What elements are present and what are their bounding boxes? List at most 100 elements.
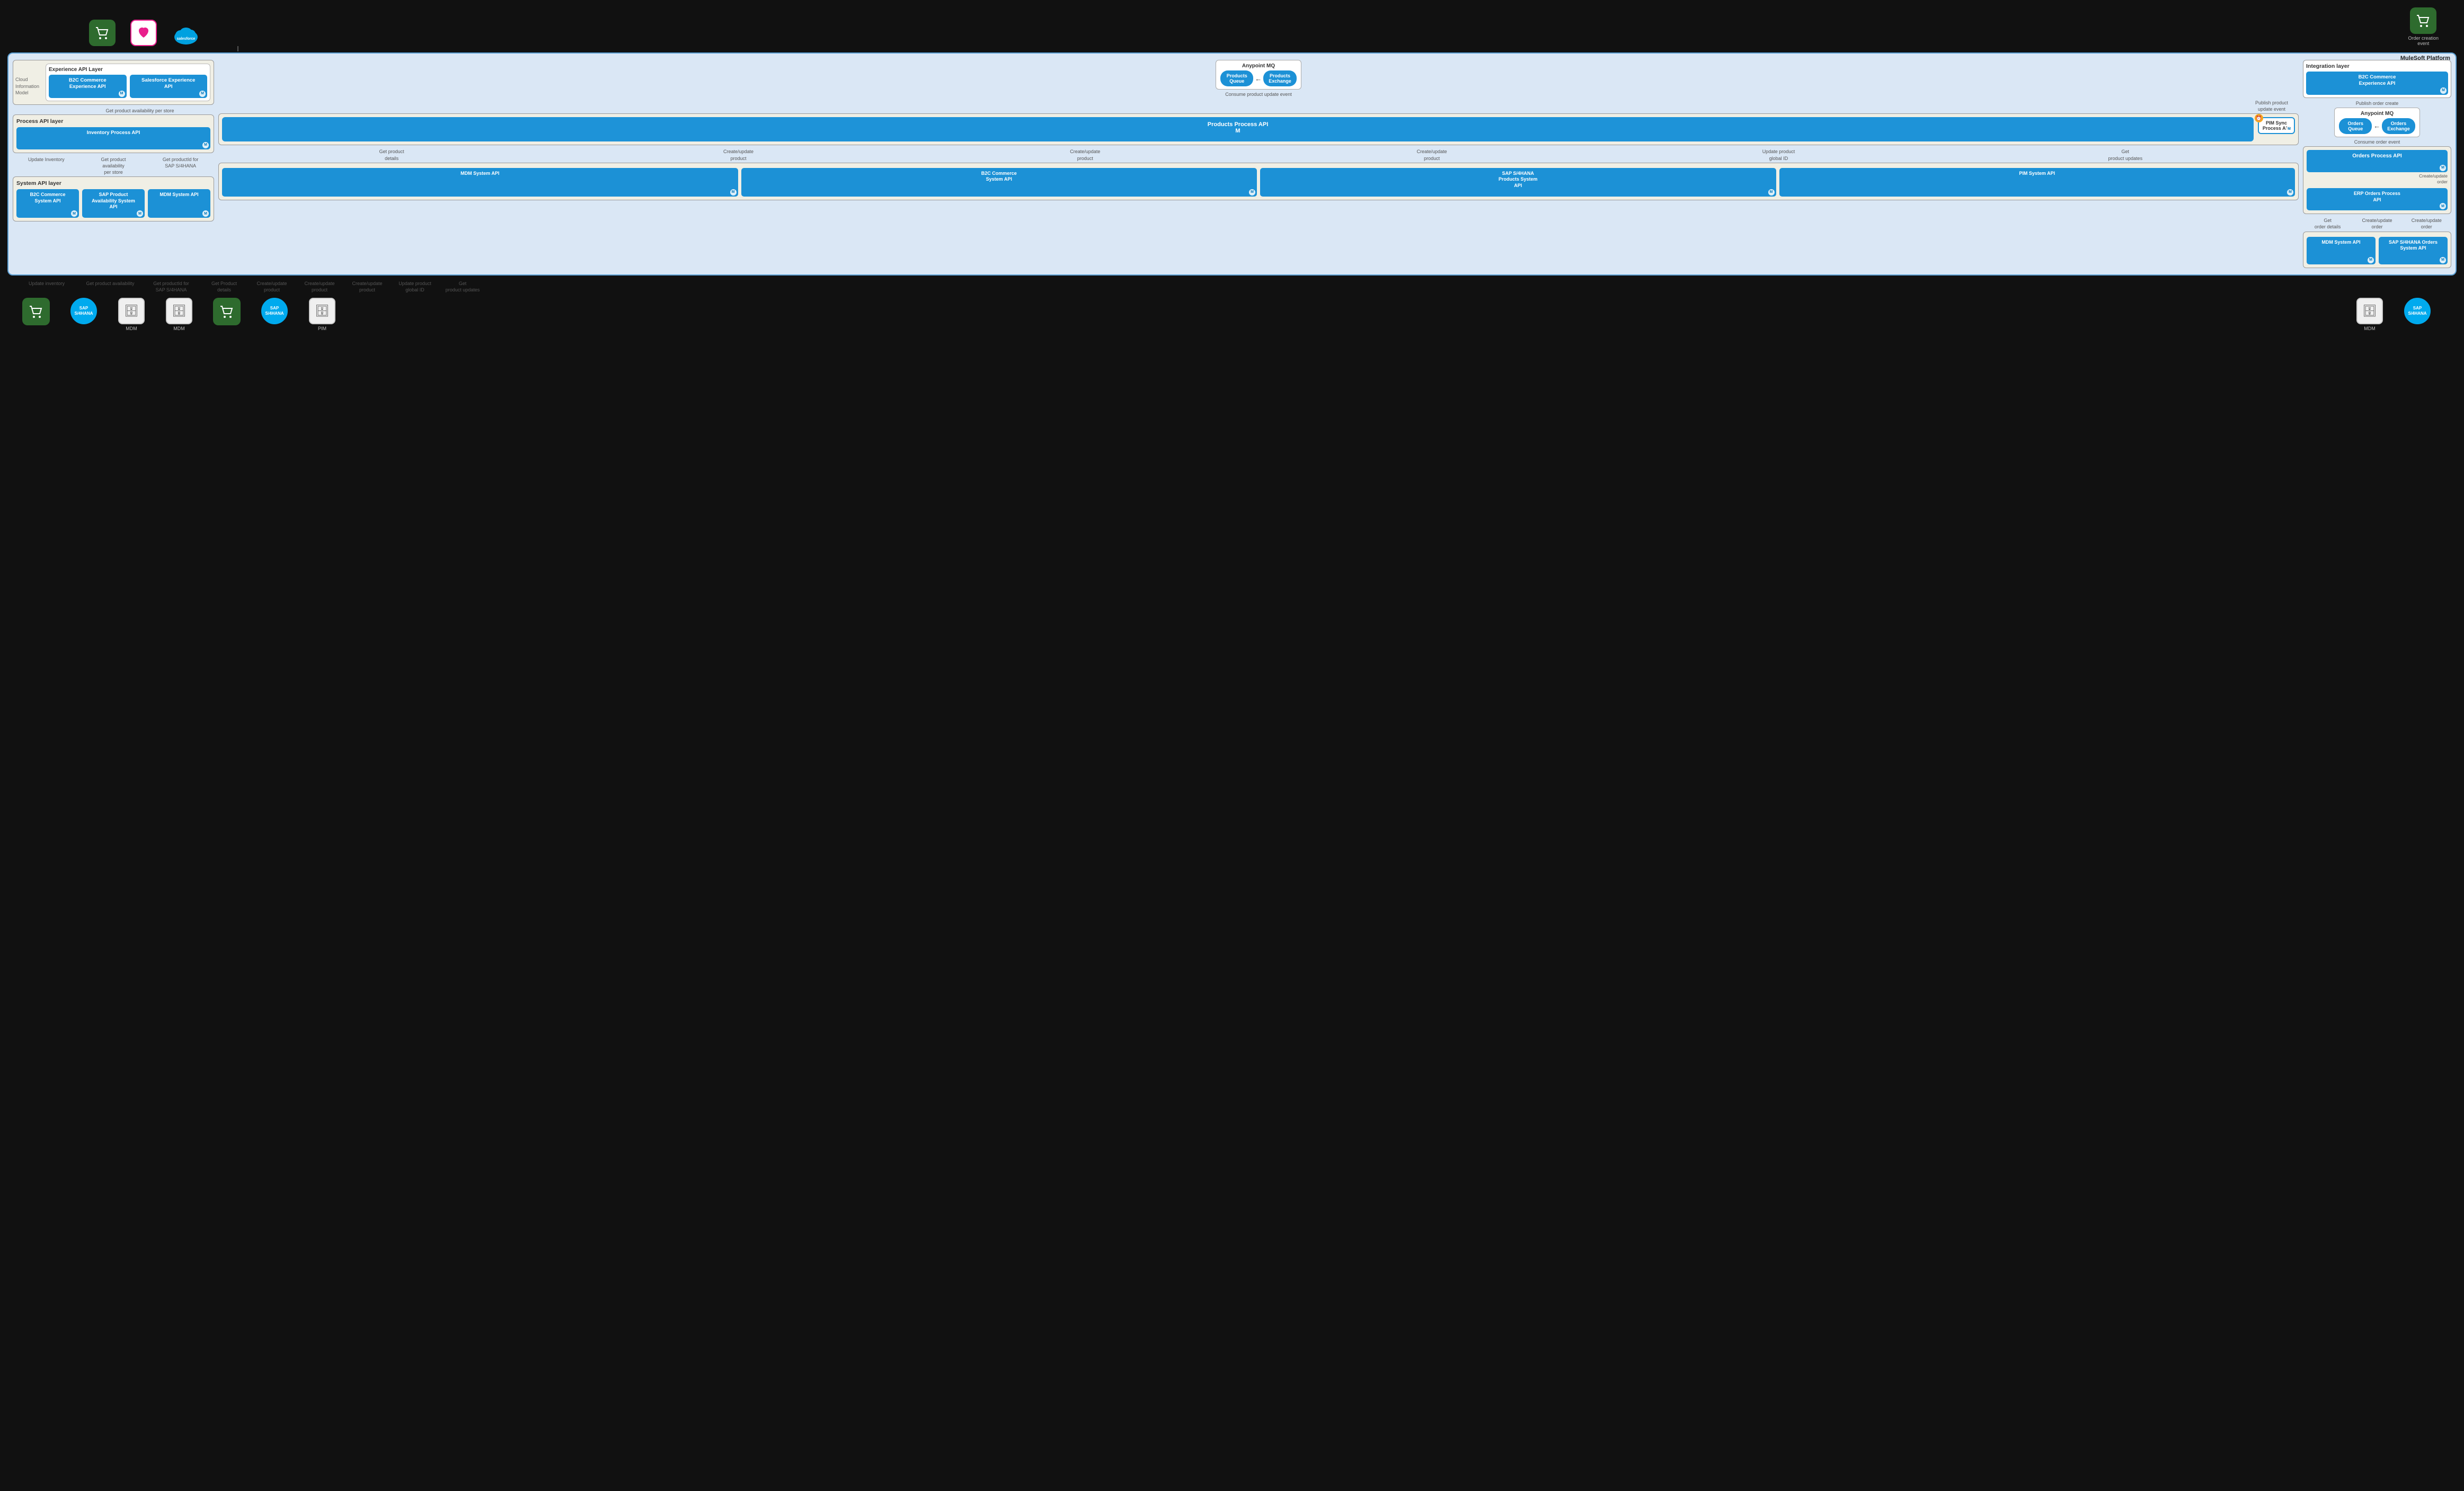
mulesoft-badge-orders: M	[2440, 165, 2446, 171]
bot-cart-1	[15, 298, 57, 325]
bot-ann-get-updates: Getproduct updates	[439, 280, 486, 293]
bot-cart-2	[206, 298, 248, 325]
top-icons-row: salesforce Order creation event	[4, 4, 2460, 46]
bot-sap-2: SAPS/4HANA	[253, 298, 296, 324]
svg-text:salesforce: salesforce	[177, 37, 196, 41]
sf-exp-api: Salesforce ExperienceAPI M	[130, 75, 208, 98]
bot-ann-update-global: Update productglobal ID	[391, 280, 439, 293]
orders-process-api: Orders Process API M	[2307, 150, 2448, 172]
ann-get-product-avail-per-store: Get product availability per store	[13, 108, 214, 113]
db-icon-1: 🗄	[118, 298, 145, 324]
ann-create-update-order-2: Create/updateorder	[2410, 217, 2442, 230]
db-icon-2: 🗄	[166, 298, 192, 324]
bot-cart-icon-1	[22, 298, 50, 325]
anypoint-mq-right-wrapper: Anypoint MQ OrdersQueue ← OrdersExchange	[2303, 108, 2451, 137]
mulesoft-badge-1: M	[119, 91, 125, 97]
mulesoft-badge-2: M	[199, 91, 206, 97]
system-api-layer-left: System API layer B2C CommerceSystem API …	[13, 176, 214, 221]
mulesoft-badge-sap-orders: M	[2440, 257, 2446, 263]
center-column: Anypoint MQ ProductsQueue ← ProductsExch…	[218, 60, 2299, 271]
pim-icon: 🗄	[309, 298, 335, 324]
pim-sync-api: ⏰ PIM SyncProcess API M	[2258, 117, 2295, 134]
mdm-sys-api-1: MDM System API M	[148, 189, 210, 218]
bot-ann-get-prodid: Get productId forSAP S/4HANA	[142, 280, 200, 293]
right-column: Integration layer B2C CommerceExperience…	[2303, 60, 2451, 271]
amq-arrow-center: ←	[1255, 75, 1262, 83]
mulesoft-badge-mdm2: M	[730, 189, 737, 196]
anypoint-mq-center: Anypoint MQ ProductsQueue ← ProductsExch…	[1216, 60, 1301, 90]
top-icon-cart	[89, 20, 116, 46]
ann-create-update-order-1: Create/updateorder	[2361, 217, 2393, 230]
page: salesforce Order creation event MuleSoft…	[0, 0, 2464, 339]
ann-consume-product: Consume product update event	[218, 91, 2299, 97]
experience-api-layer: CloudInformationModel Experience API Lay…	[13, 60, 214, 105]
system-api-layer-center: MDM System API M B2C CommerceSystem API …	[218, 163, 2299, 200]
bot-ann-get-avail: Get product availability	[78, 280, 142, 287]
process-api-layer-left: Process API layer Inventory Process API …	[13, 114, 214, 153]
order-creation-icon-group: Order creation event	[2408, 7, 2439, 46]
sys-api-title-left: System API layer	[16, 180, 210, 187]
bot-cart-icon-2	[213, 298, 241, 325]
sap-orders-sys-api: SAP S/4HANA OrdersSystem API M	[2379, 237, 2448, 264]
ann-get-prod-details: Get productdetails	[373, 148, 410, 161]
ann-get-prod-avail: Get product availabilityper store	[90, 156, 137, 175]
amq-center-title: Anypoint MQ	[1242, 63, 1275, 69]
ann-get-prodid: Get productId forSAP S/4HANA	[157, 156, 205, 175]
orders-queue: OrdersQueue	[2339, 118, 2372, 134]
ann-publish-order: Publish order create	[2303, 100, 2451, 106]
bot-mdm-2: 🗄 MDM	[158, 298, 200, 331]
mdm-sys-api-2: MDM System API M	[222, 168, 738, 197]
anypoint-mq-right: Anypoint MQ OrdersQueue ← OrdersExchange	[2334, 108, 2420, 137]
integration-layer-box: Integration layer B2C CommerceExperience…	[2303, 60, 2451, 98]
ann-consume-order: Consume order event	[2303, 139, 2451, 145]
sap-icon-1: SAPS/4HANA	[70, 298, 97, 324]
cart-icon	[89, 20, 116, 46]
ann-row-center-sys: Get productdetails Create/updateproduct …	[218, 148, 2299, 161]
bot-ann-get-details: Get Productdetails	[200, 280, 248, 293]
bot-pim: 🗄 PIM	[301, 298, 343, 331]
sap-avail-sys-api: SAP ProductAvailability SystemAPI M	[82, 189, 145, 218]
bot-ann-update-inv: Update inventory	[15, 280, 78, 287]
inventory-process-api: Inventory Process API M	[16, 127, 210, 149]
b2c-exp-api: B2C CommerceExperience API M	[49, 75, 127, 98]
order-creation-label: Order creation event	[2408, 36, 2439, 46]
heart-icon	[130, 20, 157, 46]
orders-process-api-box: Orders Process API M Create/updateorder …	[2303, 146, 2451, 214]
amq-arrow-right: ←	[2373, 122, 2380, 130]
bottom-annotations-row: Update inventory Get product availabilit…	[4, 279, 2460, 295]
b2c-int-api: B2C CommerceExperience API M	[2306, 72, 2448, 95]
platform-title: MuleSoft Platform	[2400, 55, 2450, 61]
process-api-title: Process API layer	[16, 118, 210, 125]
pim-sys-api: PIM System API M	[1779, 168, 2295, 197]
bot-mdm-label-1: MDM	[126, 326, 137, 331]
b2c-sys-api: B2C CommerceSystem API M	[16, 189, 79, 218]
mulesoft-badge-mdm1: M	[202, 210, 209, 217]
mulesoft-badge-prod: M	[226, 128, 2249, 134]
ann-get-order-details: Getorder details	[2312, 217, 2344, 230]
mulesoft-badge-pim-sync: M	[2286, 126, 2292, 132]
products-exchange: ProductsExchange	[1263, 70, 1297, 86]
bot-ann-create-1: Create/updateproduct	[248, 280, 296, 293]
erp-orders-process-api: ERP Orders ProcessAPI M	[2307, 188, 2448, 210]
bot-sap-1: SAPS/4HANA	[63, 298, 105, 324]
bottom-icons-row: SAPS/4HANA 🗄 MDM 🗄 MDM SAPS/4HANA	[4, 295, 2460, 334]
pim-clock-icon: ⏰	[2255, 114, 2263, 122]
bot-mdm-1: 🗄 MDM	[110, 298, 153, 331]
bot-mdm-label-2: MDM	[173, 326, 185, 331]
ann-row-process: Update Inventory Get product availabilit…	[13, 156, 214, 175]
system-api-layer-right: MDM System API M SAP S/4HANA OrdersSyste…	[2303, 232, 2451, 268]
sap-products-sys-api: SAP S/4HANAProducts SystemAPI M	[1260, 168, 1776, 197]
bot-pim-label: PIM	[318, 326, 326, 331]
ann-update-inv: Update Inventory	[22, 156, 70, 175]
mulesoft-badge-erp: M	[2440, 203, 2446, 209]
order-creation-cart-icon	[2410, 7, 2436, 34]
bot-mdm-label-3: MDM	[2364, 326, 2376, 331]
ann-publish-product-text: Publish productupdate event	[2255, 100, 2288, 112]
mulesoft-badge-b2c-sys: M	[71, 210, 77, 217]
ann-row-right-sys: Getorder details Create/updateorder Crea…	[2303, 217, 2451, 230]
products-process-api-box: Products Process API M ⏰ PIM SyncProcess…	[218, 113, 2299, 145]
mulesoft-platform: MuleSoft Platform CloudInformationModel …	[7, 52, 2457, 276]
mulesoft-badge-b2c-sys2: M	[1249, 189, 1255, 196]
mulesoft-badge-b2c-int: M	[2440, 87, 2447, 94]
salesforce-cloud-icon: salesforce	[172, 22, 201, 46]
